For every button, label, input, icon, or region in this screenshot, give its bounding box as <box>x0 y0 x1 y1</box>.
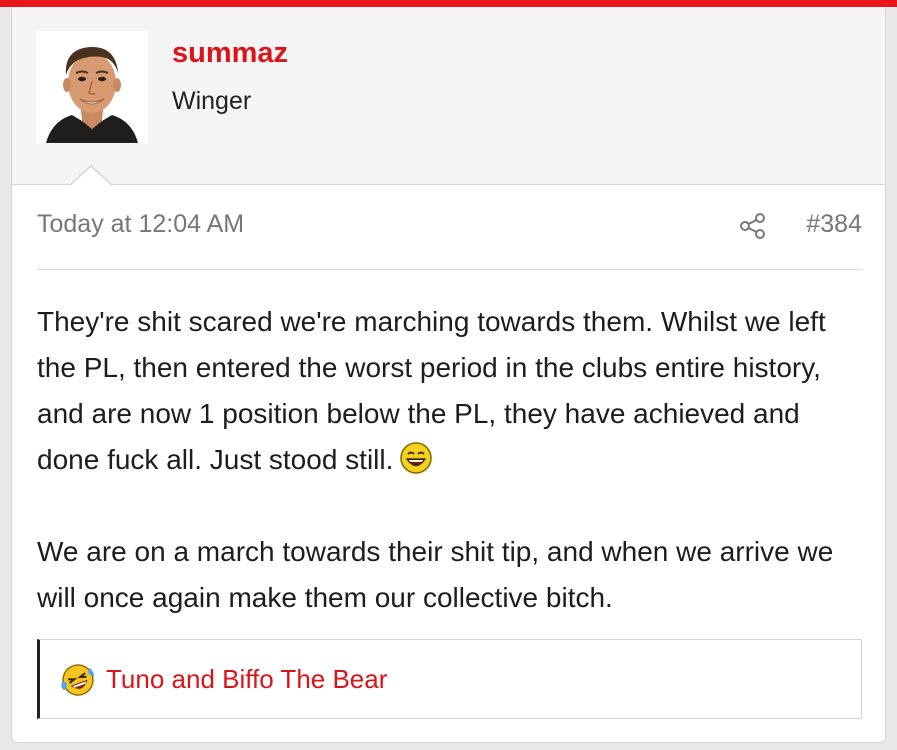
post-number-link[interactable]: #384 <box>806 210 862 239</box>
post-paragraph-2: We are on a march towards their shit tip… <box>37 536 834 613</box>
post-meta: Today at 12:04 AM #384 <box>37 210 862 246</box>
user-title: Winger <box>172 87 252 115</box>
share-icon[interactable] <box>739 212 767 240</box>
header-pointer <box>70 167 112 186</box>
username-link[interactable]: summaz <box>172 37 288 70</box>
post-card: summaz Winger Today at 12:04 AM #384 The… <box>11 7 886 743</box>
post-timestamp[interactable]: Today at 12:04 AM <box>37 210 244 239</box>
post-body: They're shit scared we're marching towar… <box>37 299 867 667</box>
avatar[interactable] <box>36 31 148 143</box>
laughing-face-icon <box>399 441 433 475</box>
crying-laughing-icon <box>60 662 96 698</box>
top-accent-bar <box>0 0 897 7</box>
meta-divider <box>37 269 862 270</box>
reactions-users-link[interactable]: Tuno and Biffo The Bear <box>106 664 387 695</box>
reactions-bar: Tuno and Biffo The Bear <box>37 639 862 719</box>
post-paragraph-1: They're shit scared we're marching towar… <box>37 299 867 483</box>
post-user-header: summaz Winger <box>12 7 885 185</box>
